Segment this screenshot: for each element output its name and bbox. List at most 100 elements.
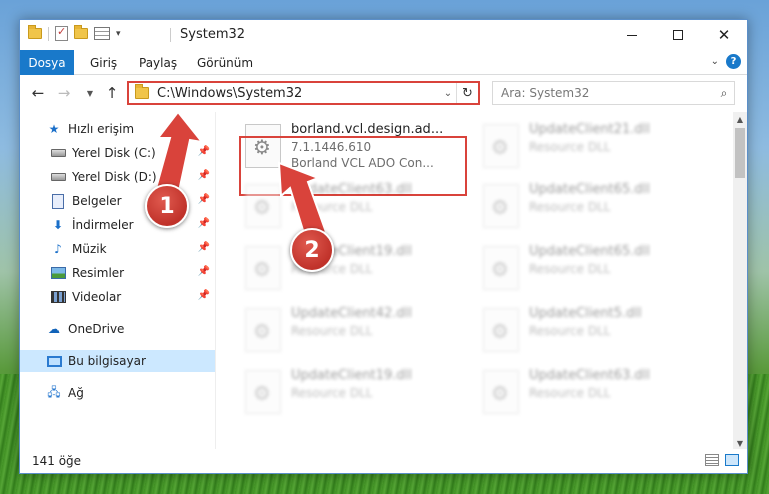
file-name: UpdateClient19.dll: [291, 368, 412, 383]
pin-icon[interactable]: 📌: [198, 218, 210, 229]
tab-share[interactable]: Paylaş: [139, 50, 177, 75]
close-button[interactable]: ✕: [701, 20, 747, 50]
step-badge-1: 1: [145, 184, 189, 228]
pictures-icon: [50, 265, 66, 281]
pin-icon[interactable]: 📌: [198, 146, 210, 157]
chevron-down-icon: ▼: [86, 88, 94, 98]
quick-access-toolbar: ▾: [28, 25, 121, 41]
navigation-bar: ← → ▼ ↑ C:\Windows\System32 ⌄ ↻ ⌕: [20, 76, 747, 110]
forward-button[interactable]: →: [54, 82, 74, 104]
maximize-button[interactable]: [655, 20, 701, 50]
tab-view[interactable]: Görünüm: [197, 50, 253, 75]
pin-icon[interactable]: 📌: [198, 290, 210, 301]
refresh-button[interactable]: ↻: [456, 83, 478, 103]
file-item[interactable]: UpdateClient19.dll Resource DLL: [241, 242, 463, 298]
sidebar-item-label: OneDrive: [68, 322, 125, 336]
search-box[interactable]: ⌕: [492, 81, 735, 105]
pin-icon[interactable]: 📌: [198, 194, 210, 205]
dll-gear-icon: [245, 246, 281, 290]
drive-shape: [50, 149, 66, 157]
file-item[interactable]: UpdateClient5.dll Resource DLL: [479, 304, 701, 360]
videos-icon: [50, 289, 66, 305]
file-type: Resource DLL: [529, 200, 611, 214]
sidebar-item-label: Belgeler: [72, 194, 122, 208]
back-button[interactable]: ←: [28, 82, 48, 104]
refresh-icon: ↻: [462, 85, 473, 101]
address-path[interactable]: C:\Windows\System32: [157, 86, 440, 101]
minimize-button[interactable]: [609, 20, 655, 50]
file-type: Resource DLL: [529, 140, 611, 154]
divider: [48, 26, 49, 41]
up-button[interactable]: ↑: [102, 82, 122, 104]
sidebar-item-label: Hızlı erişim: [68, 122, 135, 136]
documents-icon: [50, 193, 66, 209]
sidebar-item-disk-d[interactable]: Yerel Disk (D:) 📌: [50, 166, 216, 188]
film-shape: [50, 291, 66, 303]
details-view-icon[interactable]: [705, 454, 719, 466]
search-input[interactable]: [501, 86, 714, 100]
sidebar-item-music[interactable]: ♪ Müzik 📌: [50, 238, 216, 260]
sidebar-item-disk-c[interactable]: Yerel Disk (C:) 📌: [50, 142, 216, 164]
minimize-icon: [627, 34, 637, 36]
tab-home[interactable]: Giriş: [90, 50, 117, 75]
drive-icon: [50, 169, 66, 185]
new-folder-icon[interactable]: [74, 25, 88, 39]
file-item[interactable]: UpdateClient21.dll Resource DLL: [479, 120, 701, 176]
properties-check-icon[interactable]: [55, 25, 68, 41]
sidebar-item-label: Bu bilgisayar: [68, 354, 146, 368]
file-item[interactable]: UpdateClient42.dll Resource DLL: [241, 304, 463, 360]
folder-icon: [135, 84, 149, 99]
file-item[interactable]: UpdateClient19.dll Resource DLL: [241, 366, 463, 422]
step-badge-2: 2: [290, 228, 334, 272]
dll-gear-icon: [483, 124, 519, 168]
tab-file[interactable]: Dosya: [20, 50, 74, 75]
dll-gear-icon: [483, 184, 519, 228]
pin-icon[interactable]: 📌: [198, 266, 210, 277]
sidebar-item-pictures[interactable]: Resimler 📌: [50, 262, 216, 284]
dll-gear-icon: [483, 370, 519, 414]
file-name: UpdateClient63.dll: [529, 368, 650, 383]
maximize-icon: [673, 30, 683, 40]
file-type: Resource DLL: [529, 324, 611, 338]
music-icon: ♪: [54, 242, 62, 256]
drive-shape: [50, 173, 66, 181]
downloads-icon: ⬇: [52, 218, 64, 232]
sidebar-item-network[interactable]: 🖧 Ağ: [46, 382, 216, 404]
sidebar-item-videos[interactable]: Videolar 📌: [50, 286, 216, 308]
sidebar-item-quick-access[interactable]: ★ Hızlı erişim: [46, 118, 216, 140]
address-bar[interactable]: C:\Windows\System32 ⌄ ↻: [127, 81, 480, 105]
scroll-up-icon[interactable]: ▲: [733, 112, 747, 126]
chevron-down-icon[interactable]: ▾: [116, 29, 121, 39]
title-bar: ▾ System32 ✕: [20, 20, 747, 50]
sidebar-item-downloads[interactable]: ⬇ İndirmeler 📌: [50, 214, 216, 236]
file-item[interactable]: UpdateClient65.dll Resource DLL: [479, 242, 701, 298]
sidebar-item-documents[interactable]: Belgeler 📌: [50, 190, 216, 212]
sidebar-item-onedrive[interactable]: ☁ OneDrive: [46, 318, 216, 340]
sidebar-item-this-pc[interactable]: Bu bilgisayar: [20, 350, 215, 372]
file-item[interactable]: UpdateClient65.dll Resource DLL: [479, 180, 701, 236]
file-type: Resource DLL: [529, 386, 611, 400]
file-name: UpdateClient63.dll: [291, 182, 412, 197]
ribbon-expand-icon[interactable]: ⌄: [711, 56, 719, 67]
vertical-scrollbar[interactable]: ▲ ▼: [733, 112, 747, 450]
scrollbar-thumb[interactable]: [735, 128, 745, 178]
status-bar: 141 öğe: [20, 449, 747, 473]
pin-icon[interactable]: 📌: [198, 242, 210, 253]
search-icon[interactable]: ⌕: [714, 86, 734, 101]
file-type: Resource DLL: [291, 324, 373, 338]
dll-gear-icon: [245, 370, 281, 414]
file-item[interactable]: UpdateClient63.dll Resource DLL: [241, 180, 463, 236]
address-dropdown-icon[interactable]: ⌄: [440, 88, 456, 99]
recent-locations-button[interactable]: ▼: [80, 82, 100, 104]
scroll-down-icon[interactable]: ▼: [733, 436, 747, 450]
sidebar-item-label: Müzik: [72, 242, 107, 256]
dll-gear-icon: [483, 308, 519, 352]
help-icon[interactable]: ?: [726, 54, 741, 69]
pin-icon[interactable]: 📌: [198, 170, 210, 181]
file-item[interactable]: UpdateClient63.dll Resource DLL: [479, 366, 701, 422]
rename-icon[interactable]: [94, 27, 110, 40]
file-name: borland.vcl.design.ad...: [291, 122, 444, 137]
dll-gear-icon: [483, 246, 519, 290]
tiles-view-icon[interactable]: [725, 454, 739, 466]
sidebar-item-label: Ağ: [68, 386, 84, 400]
